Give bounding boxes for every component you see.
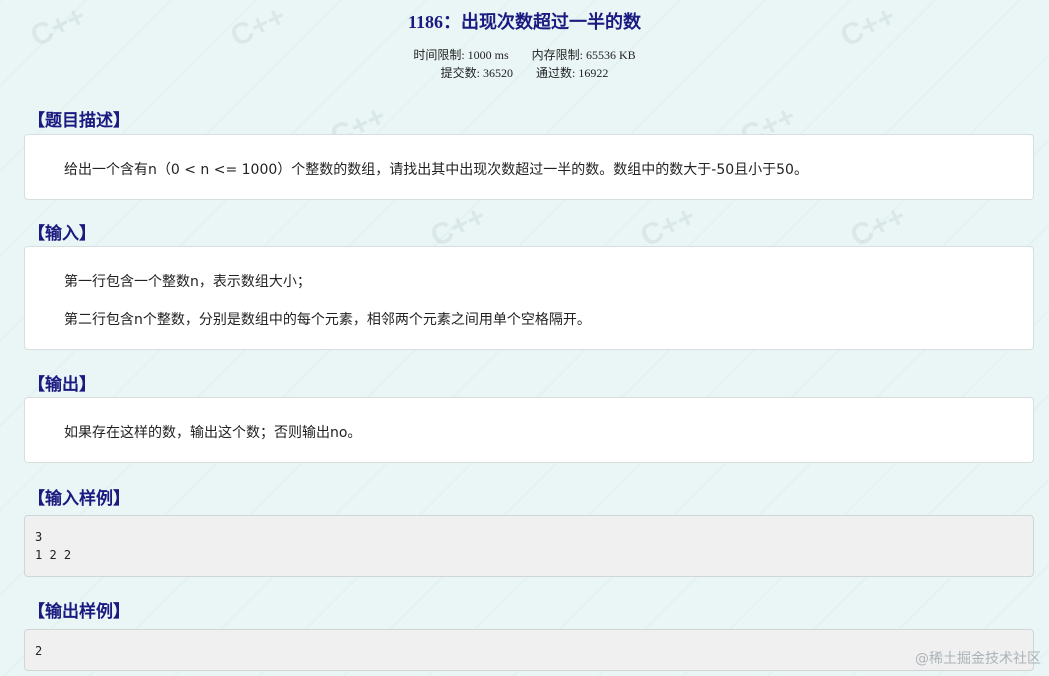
output-title: 【输出】 bbox=[28, 375, 96, 395]
output-box: 如果存在这样的数，输出这个数；否则输出no。 bbox=[24, 397, 1034, 463]
input-box: 第一行包含一个整数n，表示数组大小； 第二行包含n个整数，分别是数组中的每个元素… bbox=[24, 246, 1034, 350]
problem-meta: 时间限制: 1000 ms 内存限制: 65536 KB 提交数: 36520 … bbox=[0, 46, 1049, 82]
description-title: 【题目描述】 bbox=[28, 111, 130, 131]
sample-input-title: 【输入样例】 bbox=[28, 489, 130, 509]
sample-output-block[interactable]: 2 bbox=[24, 629, 1034, 671]
time-limit: 时间限制: 1000 ms bbox=[413, 48, 509, 62]
sample-input-block[interactable]: 3 1 2 2 bbox=[24, 515, 1034, 577]
input-line-1: 第一行包含一个整数n，表示数组大小； bbox=[64, 274, 311, 290]
problem-header: 1186：出现次数超过一半的数 时间限制: 1000 ms 内存限制: 6553… bbox=[0, 0, 1049, 82]
input-title: 【输入】 bbox=[28, 224, 96, 244]
accepted-count: 通过数: 16922 bbox=[536, 66, 609, 80]
problem-title: 1186：出现次数超过一半的数 bbox=[407, 12, 641, 32]
output-text: 如果存在这样的数，输出这个数；否则输出no。 bbox=[64, 425, 362, 441]
memory-limit: 内存限制: 65536 KB bbox=[531, 48, 636, 62]
sample-output-title: 【输出样例】 bbox=[28, 602, 130, 622]
input-line-2: 第二行包含n个整数，分别是数组中的每个元素，相邻两个元素之间用单个空格隔开。 bbox=[64, 312, 591, 328]
site-watermark: @稀土掘金技术社区 bbox=[915, 651, 1041, 667]
description-box: 给出一个含有n（0 < n <= 1000）个整数的数组，请找出其中出现次数超过… bbox=[24, 134, 1034, 200]
description-text: 给出一个含有n（0 < n <= 1000）个整数的数组，请找出其中出现次数超过… bbox=[64, 162, 808, 178]
submission-count: 提交数: 36520 bbox=[440, 66, 513, 80]
